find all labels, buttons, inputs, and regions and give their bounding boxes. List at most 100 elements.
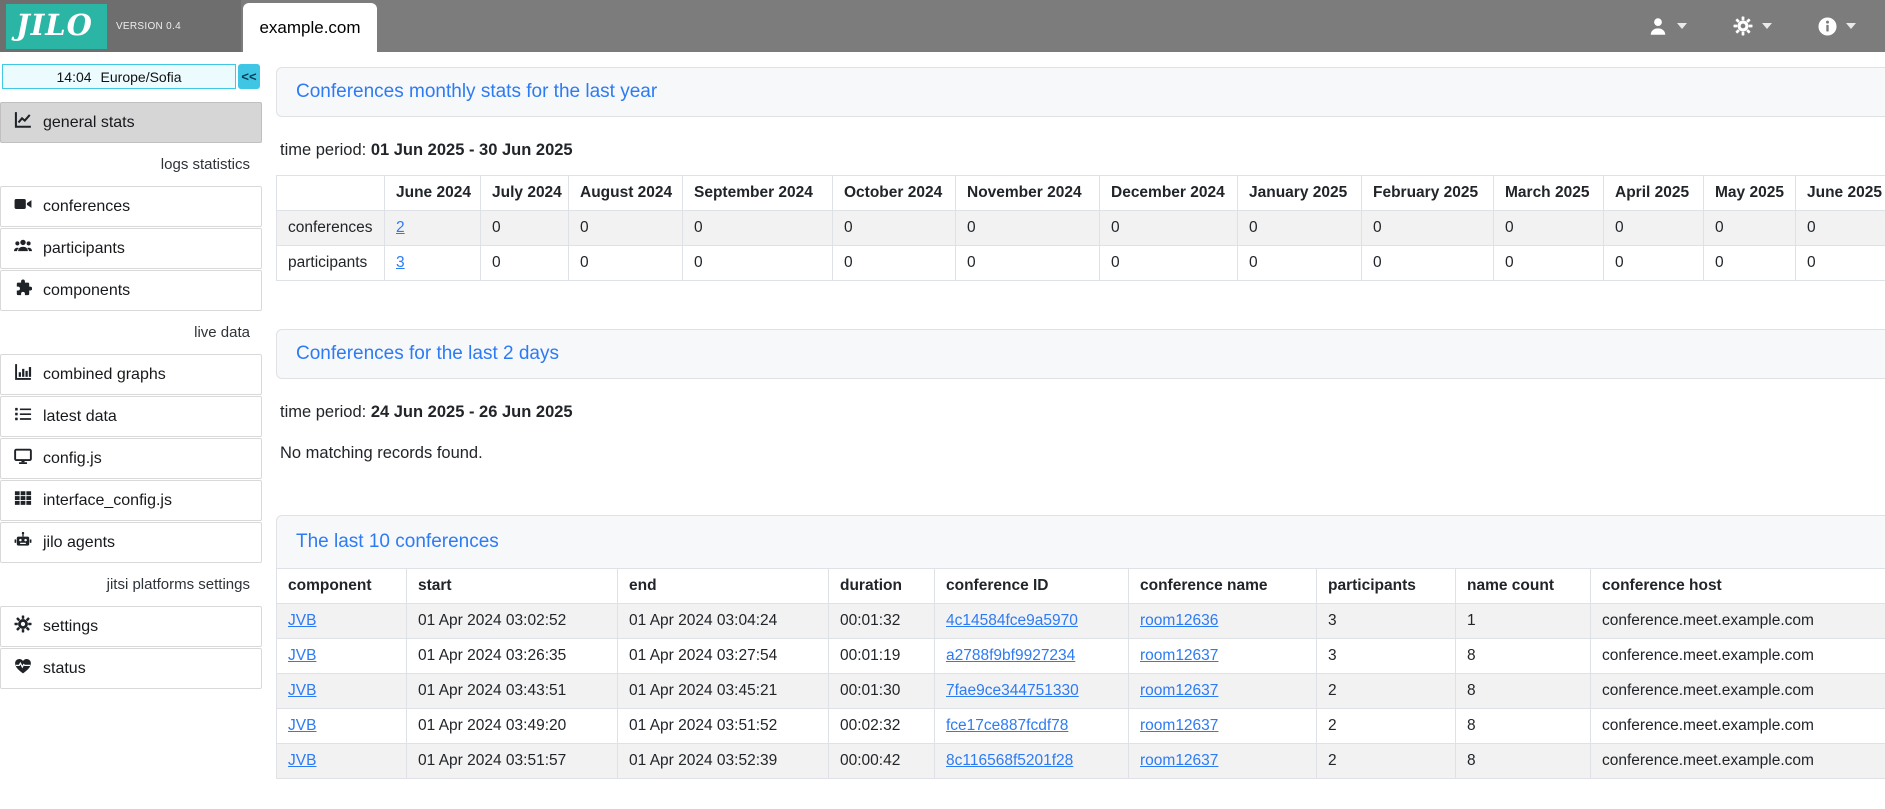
column-header: June 2024 xyxy=(385,176,481,211)
conference-id-link[interactable]: 8c116568f5201f28 xyxy=(946,752,1073,769)
table-cell: 0 xyxy=(569,211,683,246)
sidebar-item-label: participants xyxy=(43,240,125,258)
line-chart-icon xyxy=(14,111,32,134)
clock-time: 14:04 xyxy=(57,69,92,85)
component-link[interactable]: JVB xyxy=(288,752,316,769)
caret-down-icon xyxy=(1762,23,1772,29)
column-header: August 2024 xyxy=(569,176,683,211)
sidebar-section-live-data: live data xyxy=(0,312,262,353)
sidebar: 14:04 Europe/Sofia << general stats logs… xyxy=(0,52,262,690)
table-cell-duration: 00:01:30 xyxy=(829,674,935,709)
table-cell-name-count: 8 xyxy=(1456,744,1591,779)
last-10-conferences-table: component start end duration conference … xyxy=(276,568,1885,779)
monthly-stats-table: June 2024 July 2024 August 2024 Septembe… xyxy=(276,175,1885,281)
caret-down-icon xyxy=(1846,23,1856,29)
component-link[interactable]: JVB xyxy=(288,647,316,664)
table-cell-end: 01 Apr 2024 03:51:52 xyxy=(618,709,829,744)
conference-id-link[interactable]: 4c14584fce9a5970 xyxy=(946,612,1078,629)
settings-menu-button[interactable] xyxy=(1710,0,1795,52)
table-cell-host: conference.meet.example.com xyxy=(1591,709,1885,744)
table-cell: 7fae9ce344751330 xyxy=(935,674,1129,709)
tab-example-com[interactable]: example.com xyxy=(243,3,377,52)
conference-name-link[interactable]: room12637 xyxy=(1140,717,1218,734)
caret-down-icon xyxy=(1677,23,1687,29)
column-header: name count xyxy=(1456,569,1591,604)
sidebar-item-participants[interactable]: participants xyxy=(0,228,262,269)
sidebar-item-conferences[interactable]: conferences xyxy=(0,186,262,227)
table-cell: 8c116568f5201f28 xyxy=(935,744,1129,779)
list-icon xyxy=(14,405,32,428)
table-cell-end: 01 Apr 2024 03:45:21 xyxy=(618,674,829,709)
table-cell: 4c14584fce9a5970 xyxy=(935,604,1129,639)
table-cell: 0 xyxy=(683,246,833,281)
component-link[interactable]: JVB xyxy=(288,717,316,734)
component-link[interactable]: JVB xyxy=(288,682,316,699)
sidebar-item-label: general stats xyxy=(43,114,135,132)
table-cell: 0 xyxy=(1604,211,1704,246)
panel-last-2-days-title[interactable]: Conferences for the last 2 days xyxy=(296,343,559,364)
conference-name-link[interactable]: room12637 xyxy=(1140,752,1218,769)
info-circle-icon xyxy=(1818,17,1837,36)
table-cell-participants: 3 xyxy=(1317,639,1456,674)
table-cell: 0 xyxy=(1362,246,1494,281)
conference-id-link[interactable]: 7fae9ce344751330 xyxy=(946,682,1079,699)
table-cell-start: 01 Apr 2024 03:51:57 xyxy=(407,744,618,779)
table-cell: 0 xyxy=(1494,246,1604,281)
sidebar-item-label: latest data xyxy=(43,408,117,426)
sidebar-item-combined-graphs[interactable]: combined graphs xyxy=(0,354,262,395)
time-period-value: 24 Jun 2025 - 26 Jun 2025 xyxy=(371,403,573,421)
table-cell: 0 xyxy=(683,211,833,246)
table-cell: 0 xyxy=(481,211,569,246)
table-cell: 0 xyxy=(1604,246,1704,281)
conference-name-link[interactable]: room12637 xyxy=(1140,647,1218,664)
panel-last-10-title[interactable]: The last 10 conferences xyxy=(296,531,499,552)
table-cell-participants: 2 xyxy=(1317,674,1456,709)
sidebar-collapse-button[interactable]: << xyxy=(238,64,260,89)
gear-icon xyxy=(14,615,32,638)
conference-name-link[interactable]: room12636 xyxy=(1140,612,1218,629)
sidebar-item-latest-data[interactable]: latest data xyxy=(0,396,262,437)
clock-display: 14:04 Europe/Sofia xyxy=(2,64,236,89)
table-cell-start: 01 Apr 2024 03:49:20 xyxy=(407,709,618,744)
column-header: February 2025 xyxy=(1362,176,1494,211)
table-cell: room12637 xyxy=(1129,674,1317,709)
table-cell: 0 xyxy=(569,246,683,281)
sidebar-item-jilo-agents[interactable]: jilo agents xyxy=(0,522,262,563)
sidebar-item-general-stats[interactable]: general stats xyxy=(0,102,262,143)
panel-monthly-stats-title[interactable]: Conferences monthly stats for the last y… xyxy=(296,81,657,102)
sidebar-item-status[interactable]: status xyxy=(0,648,262,689)
time-period-value: 01 Jun 2025 - 30 Jun 2025 xyxy=(371,141,573,159)
monitor-icon xyxy=(14,447,32,470)
table-cell: 0 xyxy=(956,211,1100,246)
user-menu-button[interactable] xyxy=(1625,0,1710,52)
info-menu-button[interactable] xyxy=(1795,0,1879,52)
sidebar-item-components[interactable]: components xyxy=(0,270,262,311)
column-header: April 2025 xyxy=(1604,176,1704,211)
monthly-time-period: time period: 01 Jun 2025 - 30 Jun 2025 xyxy=(280,141,1885,160)
column-header: September 2024 xyxy=(683,176,833,211)
participants-count-link[interactable]: 3 xyxy=(396,254,405,271)
bar-chart-icon xyxy=(14,363,32,386)
table-row-conferences: conferences 2 0 0 0 0 0 0 0 0 0 0 0 0 xyxy=(277,211,1885,246)
sidebar-item-interface-config-js[interactable]: interface_config.js xyxy=(0,480,262,521)
conferences-count-link[interactable]: 2 xyxy=(396,219,405,236)
table-cell-host: conference.meet.example.com xyxy=(1591,744,1885,779)
conference-row: JVB 01 Apr 2024 03:43:51 01 Apr 2024 03:… xyxy=(277,674,1885,709)
column-header: May 2025 xyxy=(1704,176,1796,211)
column-header: end xyxy=(618,569,829,604)
component-link[interactable]: JVB xyxy=(288,612,316,629)
version-label: VERSION 0.4 xyxy=(116,21,181,32)
conference-id-link[interactable]: fce17ce887fcdf78 xyxy=(946,717,1068,734)
jilo-logo[interactable]: JILO xyxy=(6,4,107,49)
table-cell: 0 xyxy=(1796,246,1885,281)
clock-widget: 14:04 Europe/Sofia << xyxy=(2,64,260,89)
sidebar-item-config-js[interactable]: config.js xyxy=(0,438,262,479)
time-period-label: time period: xyxy=(280,403,366,421)
conference-name-link[interactable]: room12637 xyxy=(1140,682,1218,699)
sidebar-item-label: interface_config.js xyxy=(43,492,172,510)
sidebar-item-settings[interactable]: settings xyxy=(0,606,262,647)
column-header: start xyxy=(407,569,618,604)
conference-id-link[interactable]: a2788f9bf9927234 xyxy=(946,647,1075,664)
table-cell: 0 xyxy=(833,246,956,281)
sidebar-item-label: jilo agents xyxy=(43,534,115,552)
